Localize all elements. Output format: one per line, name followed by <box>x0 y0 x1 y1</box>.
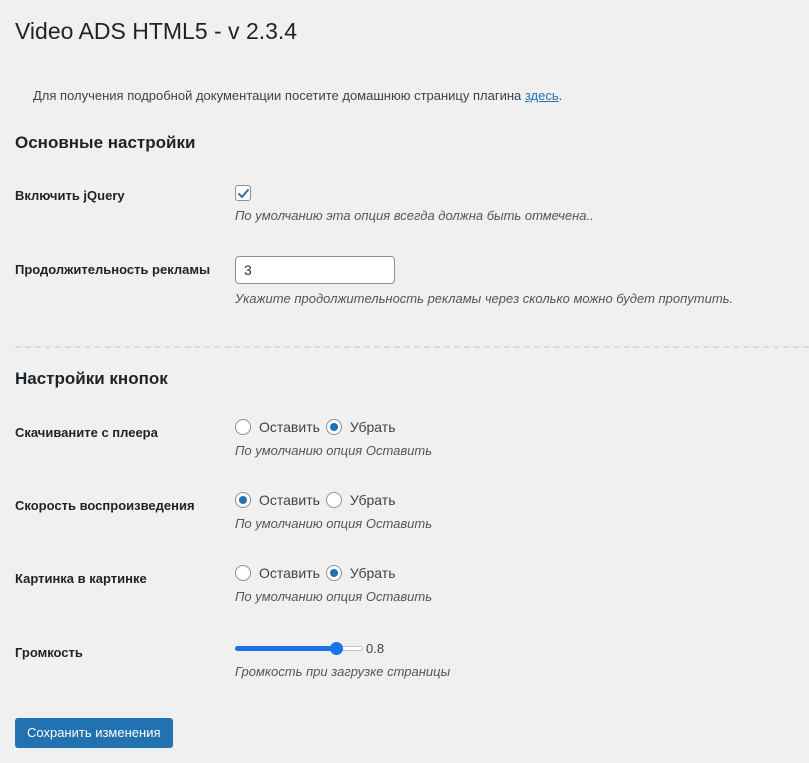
download-option-remove-label: Убрать <box>349 419 396 435</box>
pip-field: Оставить Убрать По умолчанию опция Остав… <box>235 564 432 606</box>
download-option-keep[interactable]: Оставить <box>235 418 320 436</box>
playback-speed-option-remove-label: Убрать <box>349 492 396 508</box>
documentation-note-text: Для получения подробной документации пос… <box>33 88 525 103</box>
playback-speed-field: Оставить Убрать По умолчанию опция Остав… <box>235 491 432 533</box>
volume-field: 0.8 Громкость при загрузке страницы <box>235 639 450 681</box>
ad-duration-label: Продолжительность рекламы <box>15 262 211 277</box>
pip-radio-keep[interactable] <box>235 565 251 581</box>
download-radio-group: Оставить Убрать <box>235 418 432 436</box>
documentation-note: Для получения подробной документации пос… <box>33 87 562 105</box>
checkmark-icon <box>237 188 249 198</box>
section-title-main-settings: Основные настройки <box>15 133 196 152</box>
pip-option-keep-label: Оставить <box>259 565 320 581</box>
page-title: Video ADS HTML5 - v 2.3.4 <box>15 18 298 44</box>
volume-value: 0.8 <box>366 640 385 656</box>
download-radio-keep[interactable] <box>235 419 251 435</box>
playback-speed-radio-remove[interactable] <box>325 492 342 508</box>
documentation-link[interactable]: здесь <box>525 88 559 103</box>
pip-option-remove[interactable]: Убрать <box>325 564 396 582</box>
pip-radio-remove[interactable] <box>325 565 342 581</box>
save-changes-button[interactable]: Сохранить изменения <box>15 718 173 748</box>
playback-speed-description: По умолчанию опция Оставить <box>235 516 433 531</box>
playback-speed-label: Скорость воспроизведения <box>15 498 195 513</box>
volume-label: Громкость <box>15 645 83 660</box>
jquery-description: По умолчанию эта опция всегда должна быт… <box>235 208 594 223</box>
pip-option-keep[interactable]: Оставить <box>235 564 320 582</box>
documentation-note-suffix: . <box>558 88 563 103</box>
pip-label: Картинка в картинке <box>15 571 147 586</box>
playback-speed-option-remove[interactable]: Убрать <box>325 491 396 509</box>
volume-slider-wrap: 0.8 <box>235 639 450 657</box>
playback-speed-radio-group: Оставить Убрать <box>235 491 432 509</box>
ad-duration-field: Укажите продолжительность рекламы через … <box>235 256 733 308</box>
download-option-remove[interactable]: Убрать <box>325 418 396 436</box>
pip-description: По умолчанию опция Оставить <box>235 589 433 604</box>
jquery-label: Включить jQuery <box>15 188 125 203</box>
pip-option-remove-label: Убрать <box>349 565 396 581</box>
download-description: По умолчанию опция Оставить <box>235 443 433 458</box>
pip-radio-group: Оставить Убрать <box>235 564 432 582</box>
playback-speed-radio-keep[interactable] <box>235 492 251 508</box>
playback-speed-option-keep[interactable]: Оставить <box>235 491 320 509</box>
download-label: Скачиваните с плеера <box>15 425 158 440</box>
volume-slider-thumb[interactable] <box>330 641 343 655</box>
volume-slider-fill <box>235 645 336 651</box>
section-title-button-settings: Настройки кнопок <box>15 369 168 388</box>
download-option-keep-label: Оставить <box>259 419 320 435</box>
ad-duration-input[interactable] <box>235 256 395 284</box>
playback-speed-option-keep-label: Оставить <box>259 492 320 508</box>
section-separator <box>15 346 809 348</box>
volume-description: Громкость при загрузке страницы <box>235 664 451 679</box>
ad-duration-description: Укажите продолжительность рекламы через … <box>235 291 734 306</box>
jquery-field: По умолчанию эта опция всегда должна быт… <box>235 185 594 225</box>
download-field: Оставить Убрать По умолчанию опция Остав… <box>235 418 432 460</box>
download-radio-remove[interactable] <box>325 419 342 435</box>
volume-slider[interactable] <box>235 641 363 655</box>
jquery-checkbox[interactable] <box>235 185 251 201</box>
